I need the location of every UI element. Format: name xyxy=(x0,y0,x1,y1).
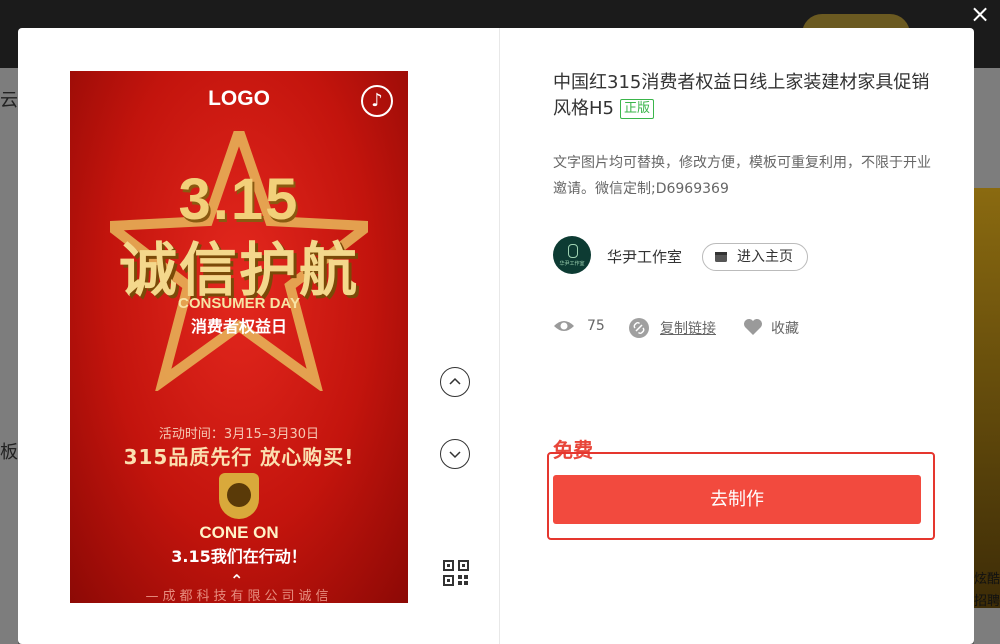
favorite-button[interactable]: 收藏 xyxy=(771,318,799,338)
author-logo-icon xyxy=(568,244,578,258)
poster-action: 3.15我们在行动！ xyxy=(171,547,307,566)
divider xyxy=(499,28,500,644)
poster-badge-icon xyxy=(219,473,259,519)
poster-event-time: 活动时间：3月15–3月30日 xyxy=(158,427,320,442)
store-icon xyxy=(715,252,727,262)
author-name[interactable]: 华尹工作室 xyxy=(607,246,682,267)
author-avatar[interactable]: 华尹工作室 xyxy=(553,236,591,274)
background-left-strip: 云 板 xyxy=(0,68,18,644)
poster-company: —成都科技有限公司诚信 xyxy=(145,589,333,603)
enter-homepage-button[interactable]: 进入主页 xyxy=(702,243,808,271)
copy-link-button[interactable]: 复制链接 xyxy=(660,318,716,338)
poster-cone-on: CONE ON xyxy=(199,523,279,542)
chevron-down-icon xyxy=(449,451,461,459)
poster-logo: LOGO xyxy=(208,87,270,110)
poster-consumer-day: CONSUMER DAY xyxy=(178,295,300,312)
enter-homepage-label: 进入主页 xyxy=(737,249,793,265)
make-button[interactable]: 去制作 xyxy=(553,475,921,524)
link-icon[interactable] xyxy=(629,318,649,338)
view-count: 75 xyxy=(587,318,605,334)
chevron-up-icon xyxy=(449,377,461,385)
prev-page-button[interactable] xyxy=(440,367,470,397)
background-right-strip: 炫酷 招聘 xyxy=(974,68,1000,644)
background-left-text: 板 xyxy=(0,442,18,463)
background-right-text: 炫酷 xyxy=(974,572,1000,587)
genuine-badge: 正版 xyxy=(620,99,655,119)
next-page-button[interactable] xyxy=(440,439,470,469)
heart-icon[interactable] xyxy=(743,318,763,336)
template-title: 中国红315消费者权益日线上家装建材家具促销风格H5 正版 xyxy=(553,70,933,122)
template-title-text: 中国红315消费者权益日线上家装建材家具促销风格H5 xyxy=(553,72,930,119)
poster-preview: LOGO ♪ 3.15 诚信护航 CONSUMER DAY 消费者权益日 活动时… xyxy=(70,71,408,603)
qr-code-icon[interactable] xyxy=(443,560,469,586)
template-stats: 75 复制链接 收藏 xyxy=(553,316,853,338)
eye-icon xyxy=(554,321,574,331)
template-preview-modal: LOGO ♪ 3.15 诚信护航 CONSUMER DAY 消费者权益日 活动时… xyxy=(18,28,974,644)
music-note-icon[interactable]: ♪ xyxy=(361,85,393,117)
background-left-text: 云 xyxy=(0,90,18,111)
poster-subheadline: 消费者权益日 xyxy=(190,317,287,336)
template-description: 文字图片均可替换，修改方便，模板可重复利用，不限于开业邀请。微信定制;D6969… xyxy=(553,155,931,197)
author-avatar-text: 华尹工作室 xyxy=(559,261,585,267)
close-icon[interactable]: × xyxy=(970,2,990,26)
poster-slogan: 315品质先行 放心购买! xyxy=(123,445,355,469)
background-right-text: 招聘 xyxy=(974,594,1000,609)
background-thumbnail xyxy=(974,188,1000,608)
